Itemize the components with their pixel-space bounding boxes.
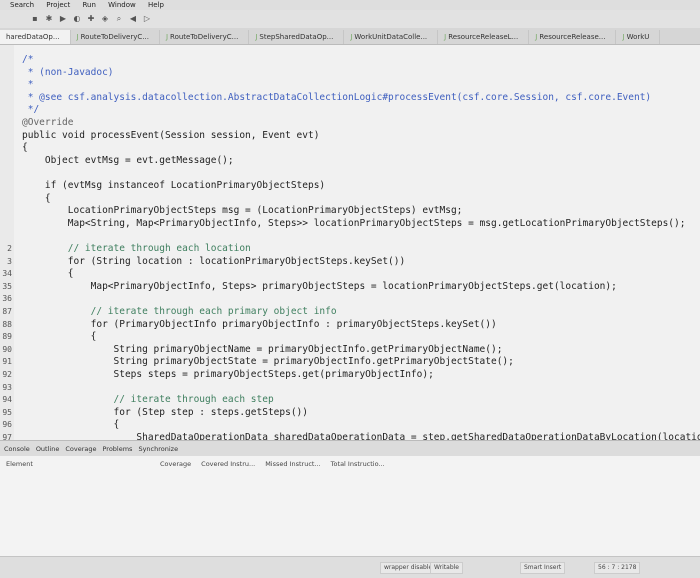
tab-console[interactable]: Console xyxy=(4,445,30,453)
editor-tab-label: ResourceReleaseL... xyxy=(448,33,519,41)
cursor-position-status: 56 : 7 : 2178 xyxy=(594,562,641,574)
editor-tab-label: WorkU xyxy=(626,33,650,41)
save-icon[interactable]: ▪ xyxy=(30,14,40,24)
editor-tab-5[interactable]: J WorkUnitDataColle... xyxy=(344,30,439,44)
editor-tab-label: StepSharedDataOp... xyxy=(259,33,334,41)
editor-tab-3[interactable]: J RouteToDeliveryC... xyxy=(160,30,250,44)
element-column-header[interactable]: Element xyxy=(6,460,33,468)
status-bar: wrapper disabled Writable Smart Insert 5… xyxy=(0,556,700,578)
editor-tab-6[interactable]: J ResourceReleaseL... xyxy=(438,30,530,44)
open-type-icon[interactable]: ◈ xyxy=(100,14,110,24)
bottom-panel-tabs: Console Outline Coverage Problems Synchr… xyxy=(0,440,700,456)
covered-column-header[interactable]: Covered Instru... xyxy=(201,460,255,468)
editor-tab-1[interactable]: haredDataOp... xyxy=(0,30,71,44)
tab-coverage[interactable]: Coverage xyxy=(65,445,96,453)
back-icon[interactable]: ◀ xyxy=(128,14,138,24)
java-file-icon: J xyxy=(535,33,538,41)
coverage-icon[interactable]: ◐ xyxy=(72,14,82,24)
tab-synchronize[interactable]: Synchronize xyxy=(138,445,178,453)
editor-tab-label: ResourceRelease... xyxy=(539,33,606,41)
java-file-icon: J xyxy=(444,33,447,41)
coverage-column-header[interactable]: Coverage xyxy=(160,460,191,468)
search-icon[interactable]: ⌕ xyxy=(114,14,124,24)
editor-tab-7[interactable]: J ResourceRelease... xyxy=(529,30,617,44)
editor-tab-2[interactable]: J RouteToDeliveryC... xyxy=(71,30,160,44)
editor-tab-4[interactable]: J StepSharedDataOp... xyxy=(249,30,345,44)
java-file-icon: J xyxy=(165,33,169,41)
menu-search[interactable]: Search xyxy=(10,1,34,9)
editor-tab-label: RouteToDeliveryC... xyxy=(80,33,149,41)
main-toolbar: ▪ ✱ ▶ ◐ ✚ ◈ ⌕ ◀ ▷ xyxy=(0,10,700,28)
java-file-icon: J xyxy=(255,33,258,41)
editor-tab-8[interactable]: J WorkU xyxy=(616,30,661,44)
java-file-icon: J xyxy=(350,33,353,41)
insert-mode-status: Smart Insert xyxy=(520,562,566,574)
run-icon[interactable]: ▶ xyxy=(58,14,68,24)
missed-column-header[interactable]: Missed Instruct... xyxy=(265,460,320,468)
java-file-icon: J xyxy=(622,33,625,41)
write-mode-status: Writable xyxy=(430,562,463,574)
menu-bar: Search Project Run Window Help xyxy=(0,0,700,10)
menu-project[interactable]: Project xyxy=(46,1,70,9)
debug-icon[interactable]: ✱ xyxy=(44,14,54,24)
editor-tab-label: WorkUnitDataColle... xyxy=(354,33,428,41)
new-icon[interactable]: ✚ xyxy=(86,14,96,24)
total-column-header[interactable]: Total Instructio... xyxy=(331,460,385,468)
menu-run[interactable]: Run xyxy=(82,1,95,9)
editor-tab-label: RouteToDeliveryC... xyxy=(170,33,239,41)
forward-icon[interactable]: ▷ xyxy=(142,14,152,24)
coverage-panel: Element Coverage Covered Instru... Misse… xyxy=(0,456,700,556)
editor-tab-bar: haredDataOp... J RouteToDeliveryC... J Rou… xyxy=(0,28,700,45)
tab-outline[interactable]: Outline xyxy=(36,445,60,453)
menu-window[interactable]: Window xyxy=(108,1,136,9)
editor-tab-label: haredDataOp... xyxy=(6,33,60,41)
java-file-icon: J xyxy=(76,33,79,41)
menu-help[interactable]: Help xyxy=(148,1,164,9)
code-editor[interactable]: /* * (non-Javadoc) * * @see csf.analysis… xyxy=(0,45,700,443)
tab-problems[interactable]: Problems xyxy=(102,445,132,453)
